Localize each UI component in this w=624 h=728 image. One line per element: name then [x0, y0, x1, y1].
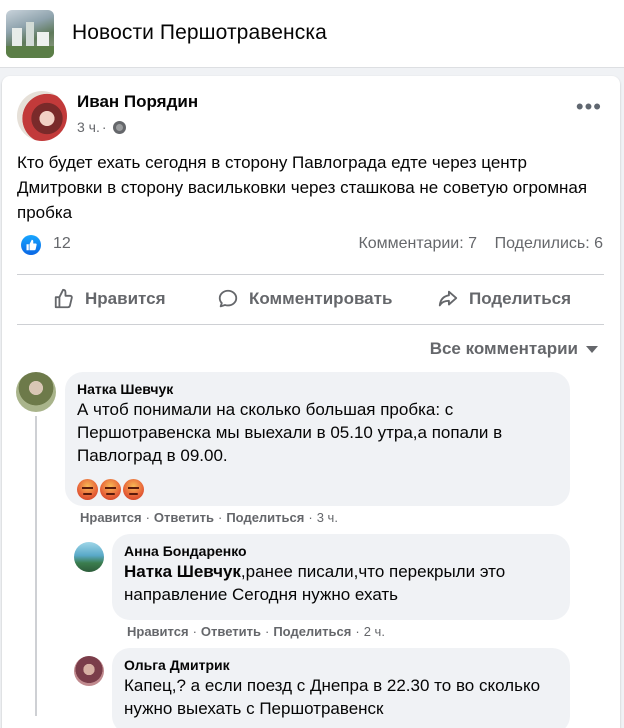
commenter-avatar[interactable] [16, 372, 56, 412]
comment-text: Капец,? а если поезд с Днепра в 22.30 то… [124, 676, 541, 718]
share-icon [438, 290, 458, 307]
comment-icon [218, 289, 238, 308]
comments-count[interactable]: Комментарии: 7 [358, 235, 477, 253]
group-thumbnail[interactable] [6, 10, 54, 58]
comment-actions: Нравится · Ответить · Поделиться · 3 ч. [80, 510, 338, 525]
group-title[interactable]: Новости Першотравенска [72, 21, 327, 45]
comment-text: А чтоб понимали на сколько большая пробк… [77, 400, 503, 465]
comment-reply-link[interactable]: Ответить [201, 624, 261, 639]
post-author-name[interactable]: Иван Порядин [77, 92, 198, 112]
reaction-count[interactable]: 12 [53, 235, 71, 253]
like-label: Нравится [85, 289, 166, 308]
post-card: Иван Порядин 3 ч. · ••• Кто будет ехать … [2, 76, 620, 728]
comment-actions: Нравится · Ответить · Поделиться · 2 ч. [127, 624, 385, 639]
comment-time[interactable]: 3 ч. [317, 510, 338, 525]
reactions-summary: 12 Комментарии: 7 Поделились: 6 [17, 234, 607, 258]
thumbs-up-icon [54, 288, 73, 309]
comment-author-name[interactable]: Ольга Дмитрик [124, 656, 558, 674]
meta-separator: · [101, 119, 107, 135]
comment-author-name[interactable]: Натка Шевчук [77, 380, 558, 398]
comment-like-link[interactable]: Нравится [80, 510, 142, 525]
angry-face-icon [100, 479, 121, 500]
globe-icon [112, 120, 126, 134]
comment-bubble: Анна Бондаренко Натка Шевчук,ранее писал… [112, 534, 570, 620]
comment-bubble: Ольга Дмитрик Капец,? а если поезд с Дне… [112, 648, 570, 728]
emoji-row [77, 479, 558, 500]
comment-share-link[interactable]: Поделиться [226, 510, 304, 525]
mention-link[interactable]: Натка Шевчук [124, 562, 241, 581]
comment-label: Комментировать [249, 289, 393, 308]
thread-line [35, 416, 37, 716]
author-avatar[interactable] [17, 91, 67, 141]
comments-sort-dropdown[interactable]: Все комментарии [430, 339, 598, 359]
post-meta: 3 ч. · [77, 119, 126, 135]
comment-author-name[interactable]: Анна Бондаренко [124, 542, 558, 560]
comment-bubble: Натка Шевчук А чтоб понимали на сколько … [65, 372, 570, 506]
shares-count[interactable]: Поделились: 6 [495, 235, 603, 253]
commenter-avatar[interactable] [74, 542, 104, 572]
commenter-avatar[interactable] [74, 656, 104, 686]
like-icon[interactable] [21, 235, 41, 255]
group-header: Новости Першотравенска [0, 0, 624, 68]
comment-text: Натка Шевчук,ранее писали,что перекрыли … [124, 560, 558, 606]
angry-face-icon [123, 479, 144, 500]
comment-reply-link[interactable]: Ответить [154, 510, 214, 525]
more-dots-icon[interactable]: ••• [576, 96, 602, 118]
chevron-down-icon [586, 345, 598, 353]
post-text: Кто будет ехать сегодня в сторону Павлог… [17, 153, 588, 222]
like-button[interactable]: Нравится [53, 275, 166, 323]
divider [17, 324, 604, 325]
comment-like-link[interactable]: Нравится [127, 624, 189, 639]
sort-label: Все комментарии [429, 339, 578, 358]
comment-button[interactable]: Комментировать [217, 275, 392, 323]
share-label: Поделиться [469, 289, 572, 308]
comment-share-link[interactable]: Поделиться [273, 624, 351, 639]
post-time[interactable]: 3 ч. [77, 119, 100, 135]
angry-face-icon [77, 479, 98, 500]
share-button[interactable]: Поделиться [437, 275, 571, 323]
comment-time[interactable]: 2 ч. [364, 624, 385, 639]
post-actions: Нравится Комментировать Поделиться [17, 275, 604, 323]
